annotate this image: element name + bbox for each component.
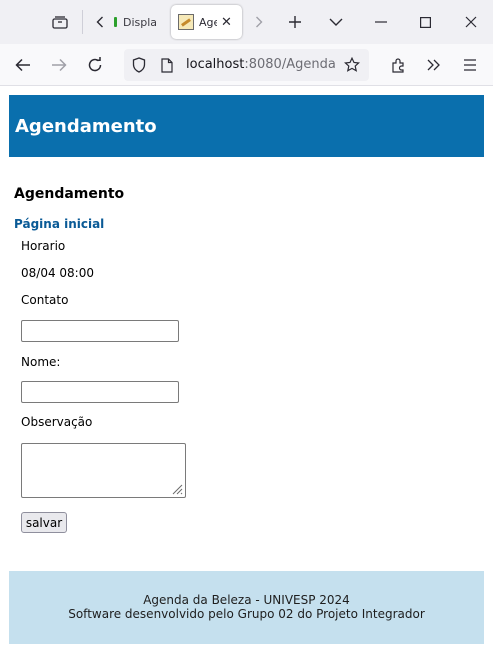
back-icon[interactable] (12, 54, 34, 76)
chevron-down-icon[interactable] (326, 12, 346, 32)
close-tab-icon[interactable]: ✕ (221, 15, 232, 30)
tab-overview-icon[interactable] (50, 12, 70, 32)
tab-label: Displa (123, 15, 158, 29)
tab-agendamento[interactable]: Agendamento ✕ (171, 5, 242, 39)
horario-value: 08/04 08:00 (21, 266, 94, 280)
contato-label: Contato (21, 293, 69, 307)
address-bar[interactable]: localhost:8080/AgendaD (124, 49, 369, 81)
url-text[interactable]: localhost:8080/AgendaD (186, 57, 336, 72)
observacao-textarea[interactable] (21, 443, 186, 498)
chevron-left-icon[interactable] (92, 12, 108, 32)
page-icon[interactable] (158, 56, 176, 74)
forward-icon[interactable] (48, 54, 70, 76)
minimize-icon[interactable] (371, 12, 391, 32)
page-footer: Agenda da Beleza - UNIVESP 2024 Software… (9, 571, 484, 644)
close-icon[interactable] (461, 12, 481, 32)
contato-input[interactable] (21, 320, 179, 342)
observacao-label: Observação (21, 415, 93, 429)
tab-display[interactable]: Displa (114, 6, 168, 38)
plus-icon[interactable] (285, 12, 305, 32)
footer-line-2: Software desenvolvido pelo Grupo 02 do P… (68, 607, 425, 621)
maximize-icon[interactable] (415, 12, 435, 32)
footer-line-1: Agenda da Beleza - UNIVESP 2024 (143, 593, 350, 607)
tab-bar: Displa Agendamento ✕ (0, 0, 493, 44)
tab-label: Agendamento (199, 15, 217, 29)
reload-icon[interactable] (84, 54, 106, 76)
nome-label: Nome: (21, 355, 61, 369)
section-title: Agendamento (14, 186, 125, 202)
favicon-icon (178, 14, 194, 30)
menu-icon[interactable] (459, 54, 481, 76)
star-icon[interactable] (342, 55, 362, 75)
nome-input[interactable] (21, 381, 179, 403)
extensions-icon[interactable] (388, 54, 410, 76)
tab-indicator-icon (114, 17, 117, 27)
home-link[interactable]: Página inicial (14, 217, 104, 231)
page-title: Agendamento (15, 116, 157, 137)
overflow-icon[interactable] (423, 54, 445, 76)
save-button[interactable]: salvar (21, 512, 67, 533)
page-header: Agendamento (9, 95, 484, 157)
horario-label: Horario (21, 239, 66, 253)
nav-toolbar: localhost:8080/AgendaD (0, 44, 493, 86)
chevron-right-icon[interactable] (251, 12, 267, 32)
resize-grip-icon[interactable] (170, 482, 183, 495)
shield-icon[interactable] (130, 56, 148, 74)
